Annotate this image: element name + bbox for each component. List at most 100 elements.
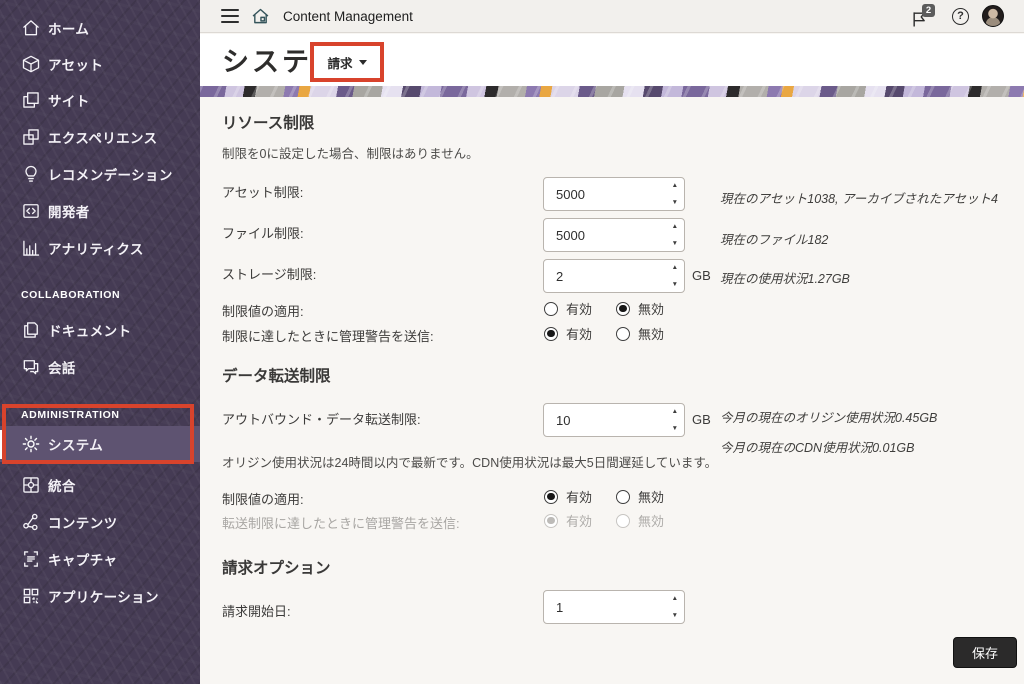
spin-down-icon[interactable]: ▼ bbox=[672, 281, 678, 288]
storage-unit-label: GB bbox=[692, 268, 711, 283]
sidebar-item-applications[interactable]: アプリケーション bbox=[0, 577, 200, 614]
gear-icon bbox=[21, 434, 41, 454]
radio-enabled bbox=[544, 514, 558, 528]
outbound-unit-label: GB bbox=[692, 412, 711, 427]
radio-enabled[interactable] bbox=[544, 490, 558, 504]
sidebar-item-assets[interactable]: アセット bbox=[0, 45, 200, 82]
notification-count-badge: 2 bbox=[922, 4, 935, 17]
sidebar-item-content[interactable]: コンテンツ bbox=[0, 503, 200, 540]
cdn-usage-note: 今月の現在のCDN使用状況0.01GB bbox=[720, 437, 914, 456]
help-icon[interactable]: ? bbox=[952, 8, 969, 25]
sidebar-item-documents[interactable]: ドキュメント bbox=[0, 311, 200, 348]
sidebar-item-experiences[interactable]: エクスペリエンス bbox=[0, 118, 200, 155]
radio-disabled[interactable] bbox=[616, 327, 630, 341]
sidebar-section-collaboration: COLLABORATION bbox=[21, 289, 120, 301]
billing-start-day-label: 請求開始日: bbox=[222, 601, 291, 620]
sidebar-item-label: システム bbox=[48, 434, 103, 454]
outbound-limit-field[interactable] bbox=[543, 403, 685, 437]
billing-dropdown-label: 請求 bbox=[327, 53, 352, 72]
asset-limit-label: アセット制限: bbox=[222, 182, 303, 201]
spin-up-icon[interactable]: ▲ bbox=[672, 264, 678, 271]
sidebar-item-system[interactable]: システム bbox=[0, 426, 200, 462]
billing-start-day-field[interactable] bbox=[543, 590, 685, 624]
sidebar-item-home[interactable]: ホーム bbox=[0, 9, 200, 46]
sidebar-item-label: キャプチャ bbox=[48, 549, 117, 569]
experiences-icon bbox=[21, 127, 41, 147]
radio-enabled-label: 有効 bbox=[566, 299, 592, 318]
outbound-limit-label: アウトバウンド・データ転送制限: bbox=[222, 409, 421, 428]
transfer-send-alert-radio-group: 有効 無効 bbox=[544, 511, 664, 530]
sidebar-item-analytics[interactable]: アナリティクス bbox=[0, 229, 200, 266]
radio-disabled-label: 無効 bbox=[638, 324, 664, 343]
spin-down-icon[interactable]: ▼ bbox=[672, 240, 678, 247]
storage-limit-field[interactable] bbox=[543, 259, 685, 293]
share-nodes-icon bbox=[21, 512, 41, 532]
sidebar-item-conversations[interactable]: 会話 bbox=[0, 348, 200, 385]
radio-disabled bbox=[616, 514, 630, 528]
outbound-limit-input: ▲▼ bbox=[543, 403, 685, 437]
app-screen: ホーム アセット サイト エクスペリエンス レコメンデーション bbox=[0, 0, 1024, 684]
radio-enabled[interactable] bbox=[544, 327, 558, 341]
spin-up-icon[interactable]: ▲ bbox=[672, 223, 678, 230]
selected-item-indicator bbox=[0, 430, 3, 459]
spin-down-icon[interactable]: ▼ bbox=[672, 612, 678, 619]
sidebar-item-label: レコメンデーション bbox=[48, 164, 173, 184]
bar-chart-icon bbox=[21, 238, 41, 258]
freshness-note: オリジン使用状況は24時間以内で最新です。CDN使用状況は最大5日間遅延していま… bbox=[222, 452, 717, 471]
file-limit-field[interactable] bbox=[543, 218, 685, 252]
hamburger-menu-icon[interactable] bbox=[221, 9, 239, 23]
top-bar: Content Management 2 ? bbox=[200, 0, 1024, 33]
user-avatar[interactable] bbox=[982, 5, 1004, 27]
radio-disabled-label: 無効 bbox=[638, 299, 664, 318]
sidebar-item-label: 統合 bbox=[48, 475, 76, 495]
origin-usage-note: 今月の現在のオリジン使用状況0.45GB bbox=[720, 407, 937, 426]
content-home-icon[interactable] bbox=[250, 6, 271, 27]
resource-limits-description: 制限を0に設定した場合、制限はありません。 bbox=[222, 143, 479, 162]
send-alert-label: 制限に達したときに管理警告を送信: bbox=[222, 326, 434, 345]
sidebar-section-administration: ADMINISTRATION bbox=[21, 409, 120, 421]
radio-disabled-label: 無効 bbox=[638, 487, 664, 506]
transfer-apply-limit-radio-group: 有効 無効 bbox=[544, 487, 664, 506]
spin-down-icon[interactable]: ▼ bbox=[672, 199, 678, 206]
sidebar-item-developer[interactable]: 開発者 bbox=[0, 192, 200, 229]
sidebar-item-capture[interactable]: キャプチャ bbox=[0, 540, 200, 577]
radio-enabled[interactable] bbox=[544, 302, 558, 316]
notifications-flag-icon[interactable]: 2 bbox=[910, 9, 936, 29]
main-area: Content Management 2 ? システム 請求 リソース制限 制限… bbox=[200, 0, 1024, 684]
radio-disabled[interactable] bbox=[616, 302, 630, 316]
spin-up-icon[interactable]: ▲ bbox=[672, 182, 678, 189]
sidebar-item-label: ドキュメント bbox=[48, 320, 131, 340]
documents-icon bbox=[21, 320, 41, 340]
storage-limit-label: ストレージ制限: bbox=[222, 264, 316, 283]
lightbulb-icon bbox=[21, 164, 41, 184]
transfer-send-alert-label: 転送制限に達したときに管理警告を送信: bbox=[222, 513, 460, 532]
section-heading-resource-limits: リソース制限 bbox=[222, 111, 314, 133]
sidebar-item-label: エクスペリエンス bbox=[48, 127, 158, 147]
asset-limit-input: ▲▼ bbox=[543, 177, 685, 211]
asset-limit-field[interactable] bbox=[543, 177, 685, 211]
billing-dropdown[interactable]: 請求 bbox=[314, 46, 380, 78]
sidebar-item-sites[interactable]: サイト bbox=[0, 81, 200, 118]
chevron-down-icon bbox=[359, 60, 367, 65]
sidebar-item-label: 開発者 bbox=[48, 201, 90, 221]
spin-up-icon[interactable]: ▲ bbox=[672, 595, 678, 602]
transfer-apply-limit-label: 制限値の適用: bbox=[222, 489, 304, 508]
integration-icon bbox=[21, 475, 41, 495]
sidebar-item-label: アナリティクス bbox=[48, 238, 144, 258]
radio-disabled[interactable] bbox=[616, 490, 630, 504]
conversation-icon bbox=[21, 357, 41, 377]
annotation-box-billing: 請求 bbox=[310, 42, 384, 82]
sidebar-item-label: コンテンツ bbox=[48, 512, 118, 532]
sidebar-item-recommendations[interactable]: レコメンデーション bbox=[0, 155, 200, 192]
save-button[interactable]: 保存 bbox=[953, 637, 1017, 668]
radio-enabled-label: 有効 bbox=[566, 511, 592, 530]
spin-up-icon[interactable]: ▲ bbox=[672, 408, 678, 415]
spin-down-icon[interactable]: ▼ bbox=[672, 425, 678, 432]
storage-limit-input: ▲▼ bbox=[543, 259, 685, 293]
sidebar-item-integrations[interactable]: 統合 bbox=[0, 466, 200, 503]
billing-start-day-input: ▲▼ bbox=[543, 590, 685, 624]
home-icon bbox=[21, 18, 41, 38]
sidebar: ホーム アセット サイト エクスペリエンス レコメンデーション bbox=[0, 0, 200, 684]
sites-icon bbox=[21, 90, 41, 110]
capture-icon bbox=[21, 549, 41, 569]
